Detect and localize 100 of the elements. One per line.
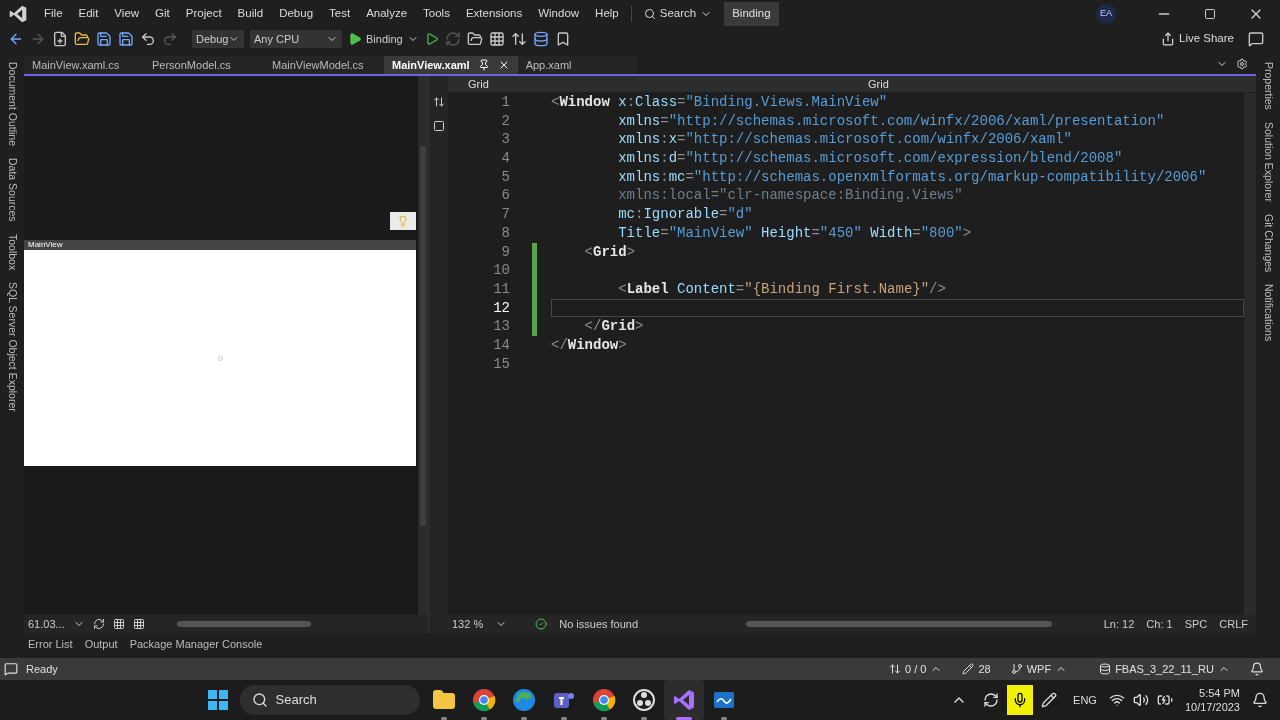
undo-icon[interactable] <box>140 31 156 47</box>
element-nav-dropdown[interactable]: Grid <box>448 75 848 93</box>
bell-icon[interactable] <box>1250 662 1264 676</box>
side-tool-tab[interactable]: Git Changes <box>1260 213 1276 273</box>
tool-window-tab[interactable]: Package Manager Console <box>129 635 263 653</box>
settings-icon[interactable] <box>1236 58 1248 70</box>
menu-item[interactable]: Extensions <box>457 5 531 23</box>
designer-zoom-dropdown[interactable]: 61.03... <box>28 615 85 633</box>
battery-icon[interactable] <box>1156 692 1173 708</box>
tool-window-tab[interactable]: Output <box>84 635 118 653</box>
vertical-scrollbar[interactable] <box>418 76 428 615</box>
line-number: 5 <box>500 167 510 187</box>
start-icon[interactable] <box>207 690 228 710</box>
side-tool-tab[interactable]: Document Outline <box>4 62 20 147</box>
line-ending-indicator[interactable]: CRLF <box>1219 615 1248 633</box>
platform-dropdown[interactable]: Any CPU <box>250 30 342 48</box>
document-tab[interactable]: MainView.xaml.cs <box>24 56 144 74</box>
document-tab[interactable]: MainView.xaml <box>384 56 518 74</box>
pin-icon[interactable] <box>477 59 490 71</box>
refresh-icon[interactable] <box>92 618 105 630</box>
code-line: <Window x:Class="Binding.Views.MainView" <box>551 93 889 112</box>
folder-icon[interactable] <box>466 31 483 47</box>
menu-item[interactable]: Tools <box>415 5 458 23</box>
chrome-icon <box>591 688 616 712</box>
code-line: xmlns:local="clr-namespace:Binding.Views" <box>617 186 964 206</box>
search-menu[interactable]: Search <box>635 5 721 23</box>
feedback-icon[interactable] <box>1248 31 1264 47</box>
menu-item[interactable]: Test <box>321 5 359 23</box>
grid-icon[interactable] <box>112 618 125 630</box>
menu-item[interactable]: Analyze <box>358 5 416 23</box>
line-number: 1 <box>500 93 510 112</box>
swap-panes-icon[interactable] <box>432 96 445 108</box>
side-tool-tab[interactable]: Toolbox <box>4 233 20 270</box>
menu-item[interactable]: Debug <box>271 5 322 23</box>
save-icon[interactable] <box>96 31 112 47</box>
back-icon[interactable] <box>8 31 24 47</box>
line-number: 9 <box>500 242 510 262</box>
line-number: 7 <box>500 205 510 224</box>
document-tab[interactable]: App.xaml <box>517 56 638 74</box>
sort-icon[interactable] <box>510 31 527 47</box>
side-tool-tab[interactable]: SQL Server Object Explorer <box>4 281 20 412</box>
document-tab[interactable]: PersonModel.cs <box>144 56 264 74</box>
menu-item[interactable]: Window <box>530 5 588 23</box>
start-button[interactable]: Binding <box>348 30 419 48</box>
notifications-icon[interactable] <box>1252 692 1268 708</box>
line-number: 8 <box>500 223 510 243</box>
microphone-icon[interactable] <box>1007 685 1034 715</box>
line-number: 15 <box>492 354 510 374</box>
menu-item[interactable]: Help <box>587 5 627 23</box>
open-folder-icon[interactable] <box>74 31 90 47</box>
branch-status[interactable]: WPF <box>1010 660 1068 678</box>
split-icon[interactable] <box>432 120 445 132</box>
taskbar-app-button[interactable] <box>663 680 704 720</box>
editor-zoom-dropdown[interactable]: 132 % <box>452 615 508 633</box>
changes-status[interactable]: 28 <box>962 660 991 678</box>
tool-window-tab[interactable]: Error List <box>28 635 73 653</box>
menu-item[interactable]: Git <box>147 5 178 23</box>
side-tool-tab[interactable]: Notifications <box>1260 284 1276 342</box>
member-nav-dropdown[interactable]: Grid <box>848 75 889 93</box>
sync-icon[interactable] <box>983 692 1000 708</box>
menu-item[interactable]: Project <box>177 5 230 23</box>
document-tab[interactable]: MainViewModel.cs <box>264 56 384 74</box>
repository-status[interactable]: FBAS_3_22_11_RU <box>1099 660 1230 678</box>
configuration-dropdown[interactable]: Debug <box>192 30 244 48</box>
database-icon[interactable] <box>532 31 549 47</box>
side-tool-tab[interactable]: Data Sources <box>4 158 20 222</box>
menu-item[interactable]: View <box>106 5 148 23</box>
code-line: </Grid> <box>583 317 645 336</box>
taskbar-search-field[interactable]: Search <box>239 685 420 715</box>
code-line: Title="MainView" Height="450" Width="800"> <box>617 223 973 243</box>
menu-item[interactable]: Build <box>229 5 272 23</box>
account-avatar[interactable]: EA <box>1096 4 1116 24</box>
snap-icon[interactable] <box>132 618 145 630</box>
line-number: 12 <box>492 298 510 318</box>
save-all-icon[interactable] <box>118 31 134 47</box>
logo-icon <box>8 4 28 24</box>
new-file-icon[interactable] <box>52 31 68 47</box>
whitespace-indicator[interactable]: SPC <box>1184 615 1208 633</box>
clock[interactable]: 5:54 PM 10/17/2023 <box>1184 686 1240 714</box>
visualstudio-icon <box>671 688 696 712</box>
live-share-button[interactable]: Live Share <box>1161 30 1234 48</box>
menu-item[interactable]: File <box>36 5 71 23</box>
restore-icon[interactable] <box>1204 8 1216 20</box>
side-tool-tab[interactable]: Properties <box>1260 62 1276 110</box>
pen-icon[interactable] <box>1041 692 1058 708</box>
menu-item[interactable]: Edit <box>70 5 107 23</box>
start-without-debugging-icon[interactable] <box>424 32 439 46</box>
line-indicator: Ln: 12 <box>1103 616 1135 632</box>
sync-status[interactable]: 0 / 0 <box>889 660 943 678</box>
layout-icon[interactable] <box>488 31 505 47</box>
issues-status[interactable]: No issues found <box>559 615 639 633</box>
center-handle-icon[interactable] <box>217 355 223 361</box>
volume-icon[interactable] <box>1132 692 1149 708</box>
network-icon[interactable] <box>1108 692 1125 708</box>
side-tool-tab[interactable]: Solution Explorer <box>1260 121 1276 202</box>
line-number: 14 <box>492 335 510 355</box>
vertical-scrollbar[interactable] <box>1244 93 1256 615</box>
explorer-icon <box>431 688 456 712</box>
language-indicator[interactable]: ENG <box>1073 691 1097 709</box>
notification-icon[interactable] <box>4 662 18 676</box>
